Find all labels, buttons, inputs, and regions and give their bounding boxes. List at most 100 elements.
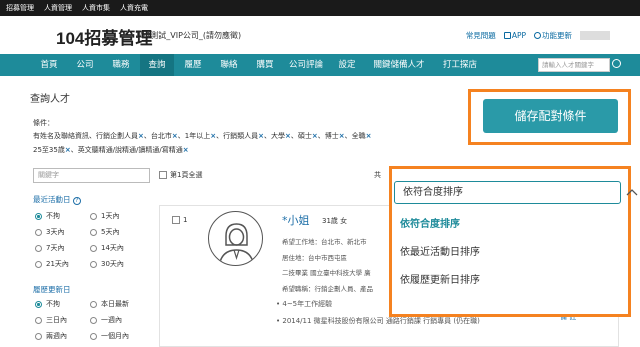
radio-circle <box>35 228 42 236</box>
search-icon[interactable] <box>612 59 621 68</box>
candidate-experience-item: • 2014/11 微星科技股份有限公司 通路行銷課 行銷專員 (仍在職) <box>276 316 480 326</box>
filter-radio[interactable]: 本日最新 <box>90 299 129 309</box>
nav-item[interactable]: 關鍵儲備人才 <box>368 54 430 76</box>
radio-circle <box>35 244 42 252</box>
candidate-experience-item: • 4~5年工作經驗 <box>276 299 332 309</box>
app-link[interactable]: APP <box>503 31 526 40</box>
condition-tag: 、行銷類人員 <box>216 132 259 140</box>
condition-tag: 、大學 <box>263 132 285 140</box>
candidate-name[interactable]: *小姐 <box>282 212 310 228</box>
filter-radio[interactable]: 不拘 <box>35 211 60 221</box>
activity-filter-title: 最近活動日 ? <box>33 194 81 205</box>
remove-condition-icon[interactable]: × <box>183 146 189 154</box>
filter-radio[interactable]: 兩週內 <box>35 331 67 341</box>
radio-label: 21天內 <box>46 260 69 268</box>
chevron-up-icon[interactable] <box>626 188 638 197</box>
phone-icon <box>503 32 511 39</box>
candidate-checkbox[interactable]: 1 <box>172 216 187 224</box>
filter-radio[interactable]: 3天內 <box>35 227 64 237</box>
radio-label: 7天內 <box>46 244 65 252</box>
condition-tag: 、英文聽精通/說精通/讀精通/寫精通 <box>70 146 183 154</box>
radio-circle <box>35 260 42 268</box>
save-match-button[interactable]: 儲存配對條件 <box>483 99 618 133</box>
filter-radio[interactable]: 7天內 <box>35 243 64 253</box>
app-label: APP <box>511 31 526 40</box>
nav-item[interactable]: 履歷 <box>176 54 210 76</box>
sort-current-value: 依符合度排序 <box>403 187 463 198</box>
radio-label: 14天內 <box>101 244 124 252</box>
radio-label: 一個月內 <box>101 332 129 340</box>
user-menu[interactable] <box>580 31 610 40</box>
faq-link[interactable]: 常見問題 <box>466 30 496 41</box>
page-title: 查詢人才 <box>30 94 70 105</box>
nav-item[interactable]: 購買 <box>248 54 282 76</box>
filter-radio[interactable]: 14天內 <box>90 243 124 253</box>
nav-item[interactable]: 職務 <box>104 54 138 76</box>
person-icon <box>218 223 255 265</box>
radio-circle <box>35 316 42 324</box>
condition-tag: 25至35歲 <box>33 146 65 154</box>
nav-item[interactable]: 聯絡 <box>212 54 246 76</box>
topbar-link-charge[interactable]: 人資充電 <box>120 3 148 13</box>
filter-radio[interactable]: 不拘 <box>35 299 60 309</box>
filter-radio[interactable]: 三日內 <box>35 315 67 325</box>
activity-title-text: 最近活動日 <box>33 195 71 204</box>
filter-radio[interactable]: 1天內 <box>90 211 119 221</box>
remove-condition-icon[interactable]: × <box>366 132 372 140</box>
experience-text: 4~5年工作經驗 <box>282 300 333 308</box>
condition-tag: 、全職 <box>344 132 366 140</box>
checkbox-box <box>159 171 167 179</box>
update-filter-title: 履歷更新日 <box>33 285 71 294</box>
help-icon[interactable]: ? <box>72 197 81 205</box>
total-label: 共 <box>374 171 381 179</box>
sort-option[interactable]: 依最近活動日排序 <box>400 243 480 258</box>
nav-item[interactable]: 查詢 <box>140 54 174 76</box>
candidate-detail-line: 居住地：台中市西屯區 <box>282 254 347 262</box>
candidate-detail-line: 二技畢業 國立臺中科技大學 廣 <box>282 269 371 277</box>
condition-tag: 有姓名及聯絡資訊、行銷企劃人員 <box>33 132 138 140</box>
nav-item[interactable]: 打工探店 <box>432 54 488 76</box>
radio-circle <box>90 244 97 252</box>
features-label: 功能更新 <box>542 31 572 40</box>
nav-item[interactable]: 首頁 <box>32 54 66 76</box>
company-name: 104測試_VIP公司_(請勿應徵) <box>135 31 242 40</box>
radio-label: 30天內 <box>101 260 124 268</box>
radio-label: 不拘 <box>46 212 60 220</box>
topbar-link-recruit[interactable]: 招募管理 <box>6 3 34 13</box>
topbar-link-market[interactable]: 人資市集 <box>82 3 110 13</box>
nav-item[interactable]: 公司 <box>70 54 100 76</box>
keyword-input[interactable]: 關鍵字 <box>33 168 150 183</box>
filter-radio[interactable]: 5天內 <box>90 227 119 237</box>
topbar-link-hr[interactable]: 人資管理 <box>44 3 72 13</box>
header: 104招募管理 104測試_VIP公司_(請勿應徵) 常見問題 APP 功能更新 <box>0 16 640 54</box>
features-link[interactable]: 功能更新 <box>534 30 572 41</box>
nav-item[interactable]: 設定 <box>330 54 364 76</box>
nav-search-input[interactable]: 請輸入人才關鍵字 <box>538 58 610 72</box>
condition-tag: 、碩士 <box>290 132 312 140</box>
radio-label: 5天內 <box>101 228 120 236</box>
radio-label: 三日內 <box>46 316 67 324</box>
radio-circle <box>90 316 97 324</box>
sort-option[interactable]: 依履歷更新日排序 <box>400 271 480 286</box>
experience-text: 2014/11 微星科技股份有限公司 通路行銷課 行銷專員 (仍在職) <box>282 317 480 325</box>
filter-radio[interactable]: 21天內 <box>35 259 69 269</box>
condition-tag: 、1年以上 <box>177 132 211 140</box>
sort-option[interactable]: 依符合度排序 <box>400 215 460 230</box>
radio-circle <box>35 212 42 220</box>
conditions-line-2: 25至35歲×、英文聽精通/說精通/讀精通/寫精通× <box>33 145 189 155</box>
filter-radio[interactable]: 30天內 <box>90 259 124 269</box>
filter-radio[interactable]: 一週內 <box>90 315 122 325</box>
radio-circle <box>90 260 97 268</box>
radio-circle <box>35 332 42 340</box>
radio-circle <box>35 300 42 308</box>
select-all-checkbox[interactable]: 第1頁全選 <box>159 170 202 180</box>
header-links: 常見問題 APP 功能更新 <box>466 30 610 41</box>
candidate-detail-line: 希望職稱：行銷企劃人員、產品 <box>282 285 373 293</box>
sort-select[interactable]: 依符合度排序 <box>394 181 621 204</box>
top-bar: 招募管理 人資管理 人資市集 人資充電 <box>0 0 640 16</box>
conditions-line-1: 有姓名及聯絡資訊、行銷企劃人員×、台北市×、1年以上×、行銷類人員×、大學×、碩… <box>33 131 371 141</box>
radio-circle <box>90 300 97 308</box>
nav-item[interactable]: 公司評論 <box>284 54 328 76</box>
filter-radio[interactable]: 一個月內 <box>90 331 129 341</box>
radio-label: 不拘 <box>46 300 60 308</box>
